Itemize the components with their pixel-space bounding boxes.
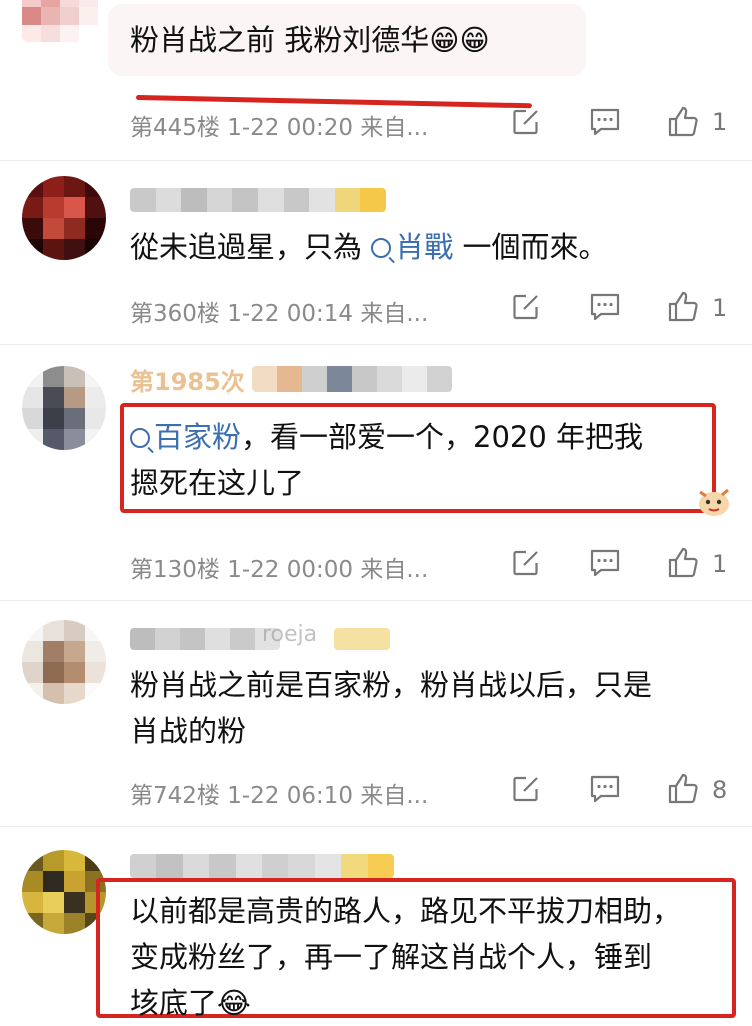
search-icon xyxy=(130,428,154,454)
username-blurred[interactable] xyxy=(130,628,280,650)
floor-number: 第130楼 xyxy=(130,557,220,583)
avatar[interactable] xyxy=(22,620,106,704)
badge-blurred xyxy=(334,628,390,650)
comment-bubble-icon[interactable] xyxy=(588,106,622,142)
floor-number: 第445楼 xyxy=(130,115,220,141)
source: 来自... xyxy=(360,557,429,583)
timestamp: 1-22 00:00 xyxy=(227,557,354,583)
username-blurred[interactable] xyxy=(130,188,386,212)
timestamp: 1-22 06:10 xyxy=(227,783,354,809)
comment-meta: 第130楼 1-22 00:00 来自... xyxy=(130,550,428,584)
username-partial[interactable]: roeja xyxy=(262,622,317,647)
text-segment: 從未追過星，只為 xyxy=(130,230,372,264)
topic-link-label: 肖戰 xyxy=(395,230,454,264)
text-segment: 一個而來。 xyxy=(453,230,608,264)
username-blurred[interactable] xyxy=(252,366,452,392)
comment-text-line: 肖战的粉 xyxy=(130,714,247,748)
avatar[interactable] xyxy=(22,0,98,42)
comment-text-line: 百家粉，看一部爱一个，2020 年把我 xyxy=(130,414,643,460)
divider xyxy=(0,600,752,601)
thumbs-up-icon[interactable] xyxy=(666,104,700,142)
comment-meta: 第360楼 1-22 00:14 来自... xyxy=(130,294,428,328)
comment-text-line: 以前都是高贵的路人，路见不平拔刀相助， xyxy=(130,894,682,928)
comment-text-line: 粉肖战之前是百家粉，粉肖战以后，只是 xyxy=(130,668,653,702)
topic-link[interactable]: 肖戰 xyxy=(371,230,453,264)
comment-text: 從未追過星，只為 肖戰 一個而來。 xyxy=(130,224,607,270)
avatar[interactable] xyxy=(22,366,106,450)
like-count: 1 xyxy=(712,108,728,136)
like-count: 8 xyxy=(712,776,728,804)
username-partial[interactable]: 第1985次 xyxy=(130,362,245,397)
text-segment: ，看一部爱一个，2020 年把我 xyxy=(241,420,644,454)
comment-text-line: 垓底了😂 xyxy=(130,986,251,1020)
floor-number: 第742楼 xyxy=(130,783,220,809)
comment-bubble-icon[interactable] xyxy=(588,547,622,583)
red-underline-mark xyxy=(135,95,532,109)
avatar[interactable] xyxy=(22,850,106,934)
divider xyxy=(0,160,752,161)
edit-square-icon[interactable] xyxy=(510,773,542,809)
topic-link-label: 百家粉 xyxy=(154,420,242,454)
search-icon xyxy=(371,238,396,264)
comment-meta: 第742楼 1-22 06:10 来自... xyxy=(130,776,428,810)
floor-number: 第360楼 xyxy=(130,301,220,327)
comment-bubble-icon[interactable] xyxy=(588,291,622,327)
username-blurred[interactable] xyxy=(130,854,394,878)
edit-square-icon[interactable] xyxy=(510,291,542,327)
source: 来自... xyxy=(360,783,429,809)
thumbs-up-icon[interactable] xyxy=(666,771,700,809)
avatar[interactable] xyxy=(22,176,106,260)
divider xyxy=(0,826,752,827)
comment-bubble-icon[interactable] xyxy=(588,773,622,809)
timestamp: 1-22 00:14 xyxy=(227,301,354,327)
comment-meta: 第445楼 1-22 00:20 来自... xyxy=(130,108,428,142)
comment-text-line: 摁死在这儿了 xyxy=(130,466,305,500)
comment-text-line: 变成粉丝了，再一了解这肖战个人，锤到 xyxy=(130,940,653,974)
divider xyxy=(0,344,752,345)
like-count: 1 xyxy=(712,550,728,578)
source: 来自... xyxy=(360,115,429,141)
timestamp: 1-22 00:20 xyxy=(227,115,354,141)
source: 来自... xyxy=(360,301,429,327)
thumbs-up-icon[interactable] xyxy=(666,289,700,327)
thumbs-up-icon[interactable] xyxy=(666,545,700,583)
sticker-icon xyxy=(692,478,736,522)
edit-square-icon[interactable] xyxy=(510,106,542,142)
like-count: 1 xyxy=(712,294,728,322)
topic-link[interactable]: 百家粉 xyxy=(130,420,241,454)
comment-text: 粉肖战之前 我粉刘德华😁😁 xyxy=(130,23,490,57)
edit-square-icon[interactable] xyxy=(510,547,542,583)
